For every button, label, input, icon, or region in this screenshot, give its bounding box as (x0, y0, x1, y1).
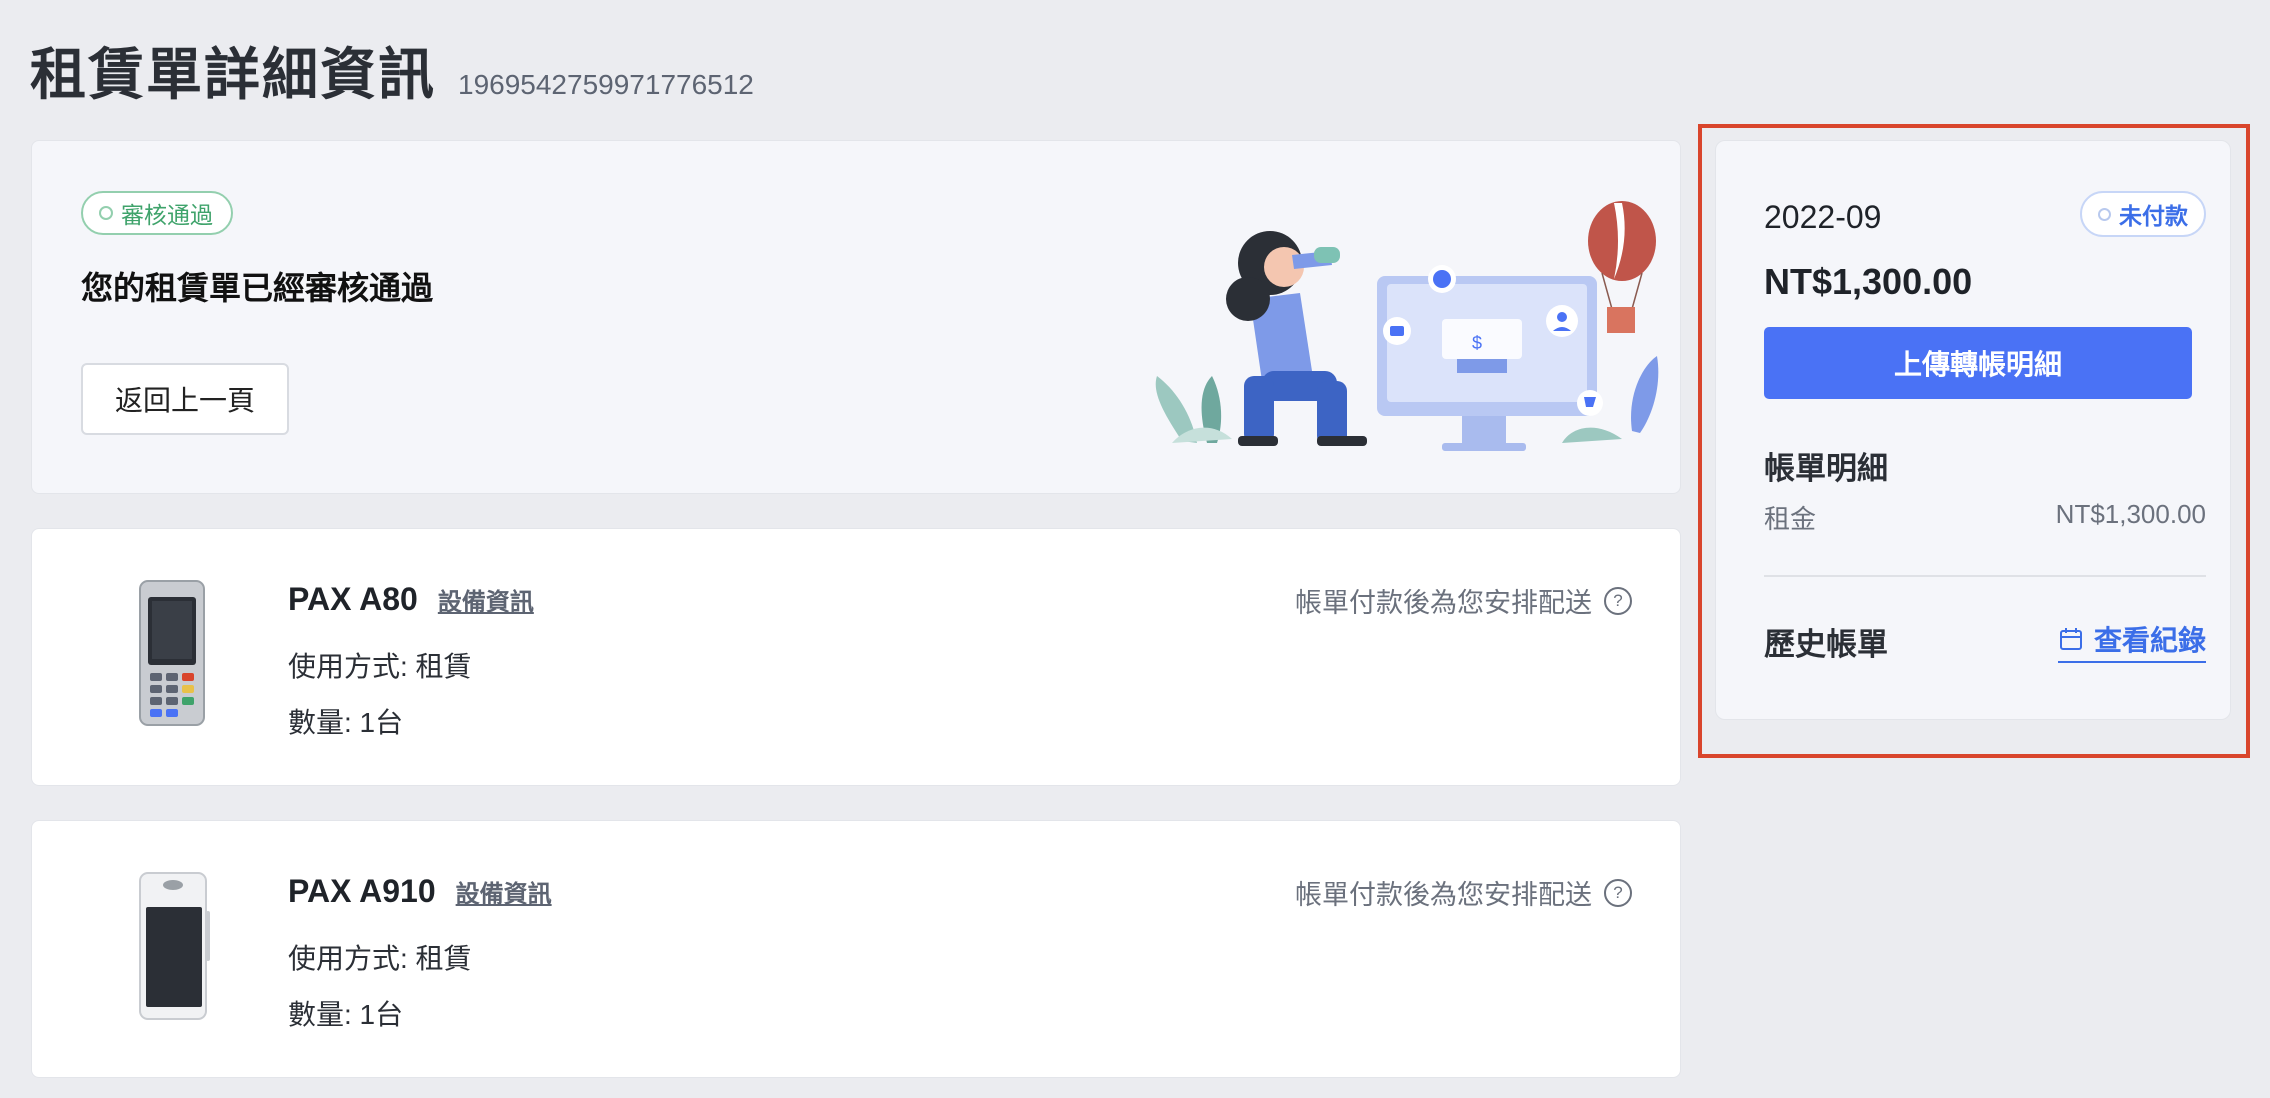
shipping-note-text: 帳單付款後為您安排配送 (1295, 588, 1592, 618)
status-dot-icon (99, 206, 113, 220)
status-card: 審核通過 您的租賃單已經審核通過 返回上一頁 $ (31, 140, 1681, 494)
svg-text:$: $ (1472, 333, 1482, 353)
device-info-link[interactable]: 設備資訊 (456, 874, 552, 909)
shipping-note-text: 帳單付款後為您安排配送 (1295, 880, 1592, 910)
device-name: PAX A910 設備資訊 (288, 873, 552, 910)
device-name: PAX A80 設備資訊 (288, 581, 534, 618)
shipping-note: 帳單付款後為您安排配送 ? (1295, 581, 1632, 620)
device-name-label: PAX A80 (288, 581, 418, 617)
device-card-pax-a80: PAX A80 設備資訊 使用方式: 租賃 數量: 1台 帳單付款後為您安排配送… (31, 528, 1681, 786)
order-id: 1969542759971776512 (458, 69, 754, 100)
page-header: 租賃單詳細資訊 1969542759971776512 (30, 30, 754, 111)
device-info-link[interactable]: 設備資訊 (438, 582, 534, 617)
device-usage: 使用方式: 租賃 (288, 651, 472, 682)
status-message: 您的租賃單已經審核通過 (81, 270, 434, 306)
device-name-label: PAX A910 (288, 873, 436, 909)
device-quantity: 數量: 1台 (288, 707, 404, 738)
shipping-note: 帳單付款後為您安排配送 ? (1295, 873, 1632, 912)
status-badge-label: 審核通過 (121, 202, 213, 228)
page-title: 租賃單詳細資訊 (30, 43, 436, 106)
device-quantity: 數量: 1台 (288, 999, 404, 1030)
person-with-binoculars-and-monitor-illustration: $ (1155, 201, 1659, 451)
approval-status-badge: 審核通過 (81, 191, 233, 235)
pax-a910-terminal-image (139, 872, 210, 1020)
device-card-pax-a910: PAX A910 設備資訊 使用方式: 租賃 數量: 1台 帳單付款後為您安排配… (31, 820, 1681, 1078)
help-icon[interactable]: ? (1604, 878, 1632, 907)
device-usage: 使用方式: 租賃 (288, 943, 472, 974)
back-button[interactable]: 返回上一頁 (81, 363, 289, 435)
pax-a80-terminal-image (139, 580, 205, 726)
highlight-frame (1698, 124, 2250, 758)
help-icon[interactable]: ? (1604, 586, 1632, 615)
